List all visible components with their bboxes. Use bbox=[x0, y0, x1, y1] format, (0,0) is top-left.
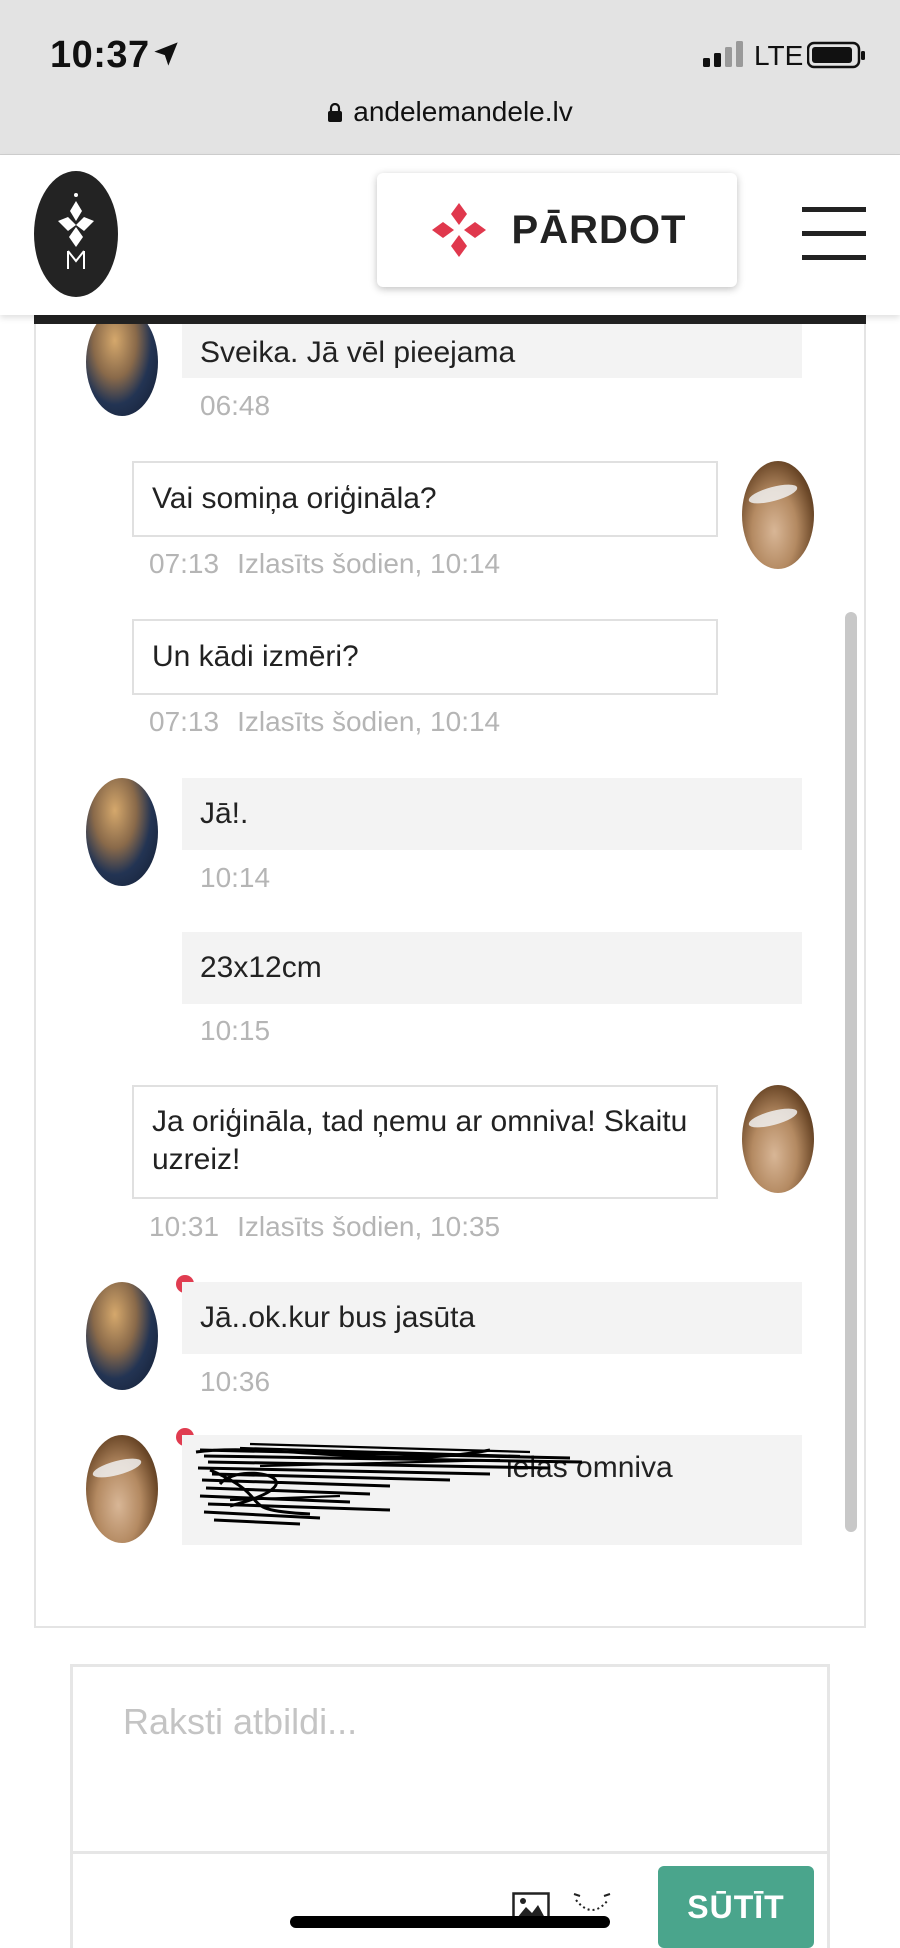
message-time: 10:15 bbox=[200, 1015, 270, 1047]
message-time: 06:48 bbox=[200, 390, 270, 422]
read-receipt: Izlasīts šodien, 10:35 bbox=[237, 1211, 501, 1242]
url-text: andelemandele.lv bbox=[353, 96, 573, 127]
redaction-scribble bbox=[195, 1442, 583, 1526]
status-bar: 10:37 LTE andelemandele.lv bbox=[0, 0, 900, 155]
message-bubble: Sveika. Jā vēl pieejama bbox=[182, 322, 802, 378]
buyer-avatar[interactable] bbox=[742, 1085, 814, 1193]
message-bubble: 23x12cm bbox=[182, 932, 802, 1004]
status-time: 10:37 bbox=[50, 34, 150, 76]
seller-avatar[interactable] bbox=[86, 778, 158, 886]
buyer-avatar[interactable] bbox=[86, 1435, 158, 1543]
message-time-text: 10:36 bbox=[200, 1366, 271, 1397]
message-time-text: 10:31 bbox=[149, 1211, 220, 1242]
location-arrow-icon bbox=[154, 42, 178, 66]
message-bubble: Un kādi izmēri? bbox=[132, 619, 718, 695]
chat-scrollbar[interactable] bbox=[845, 612, 857, 1532]
message-bubble: Vai somiņa oriģināla? bbox=[132, 461, 718, 537]
site-header: PĀRDOT bbox=[0, 155, 900, 315]
reply-input-box[interactable] bbox=[70, 1664, 830, 1854]
lock-icon bbox=[328, 103, 343, 122]
message-time-text: 10:14 bbox=[200, 862, 271, 893]
signal-icon bbox=[703, 41, 743, 67]
read-receipt: Izlasīts šodien, 10:14 bbox=[237, 548, 501, 579]
message-bubble: Ja oriģināla, tad ņemu ar omniva! Skaitu… bbox=[132, 1085, 718, 1199]
header-divider bbox=[34, 314, 866, 324]
read-receipt: Izlasīts šodien, 10:14 bbox=[237, 706, 501, 737]
message-meta: 07:13 Izlasīts šodien, 10:14 bbox=[149, 548, 500, 580]
home-indicator bbox=[290, 1916, 610, 1928]
seller-avatar[interactable] bbox=[86, 1282, 158, 1390]
reply-textarea[interactable] bbox=[73, 1667, 827, 1851]
message-time: 10:36 bbox=[200, 1366, 270, 1398]
message-bubble: Jā..ok.kur bus jasūta bbox=[182, 1282, 802, 1354]
site-logo[interactable] bbox=[34, 171, 118, 297]
address-bar[interactable]: andelemandele.lv bbox=[0, 96, 900, 128]
buyer-avatar[interactable] bbox=[742, 461, 814, 569]
battery-icon bbox=[807, 41, 865, 69]
message-meta: 07:13 Izlasīts šodien, 10:14 bbox=[149, 706, 500, 738]
message-time-text: 10:15 bbox=[200, 1015, 271, 1046]
message-bubble: Jā!. bbox=[182, 778, 802, 850]
message-time-text: 07:13 bbox=[149, 706, 220, 737]
seller-avatar[interactable] bbox=[86, 308, 158, 416]
message-meta: 10:31 Izlasīts šodien, 10:35 bbox=[149, 1211, 500, 1243]
message-time-text: 07:13 bbox=[149, 548, 220, 579]
network-label: LTE bbox=[754, 40, 804, 71]
sell-button-label: PĀRDOT bbox=[511, 207, 687, 252]
hamburger-menu-icon[interactable] bbox=[802, 207, 866, 263]
diamond-star-icon bbox=[431, 203, 486, 257]
send-button[interactable]: SŪTĪT bbox=[658, 1866, 814, 1948]
message-time: 10:14 bbox=[200, 862, 270, 894]
sell-button[interactable]: PĀRDOT bbox=[377, 173, 737, 287]
message-time-text: 06:48 bbox=[200, 390, 271, 421]
logo-mark-icon bbox=[58, 193, 94, 269]
